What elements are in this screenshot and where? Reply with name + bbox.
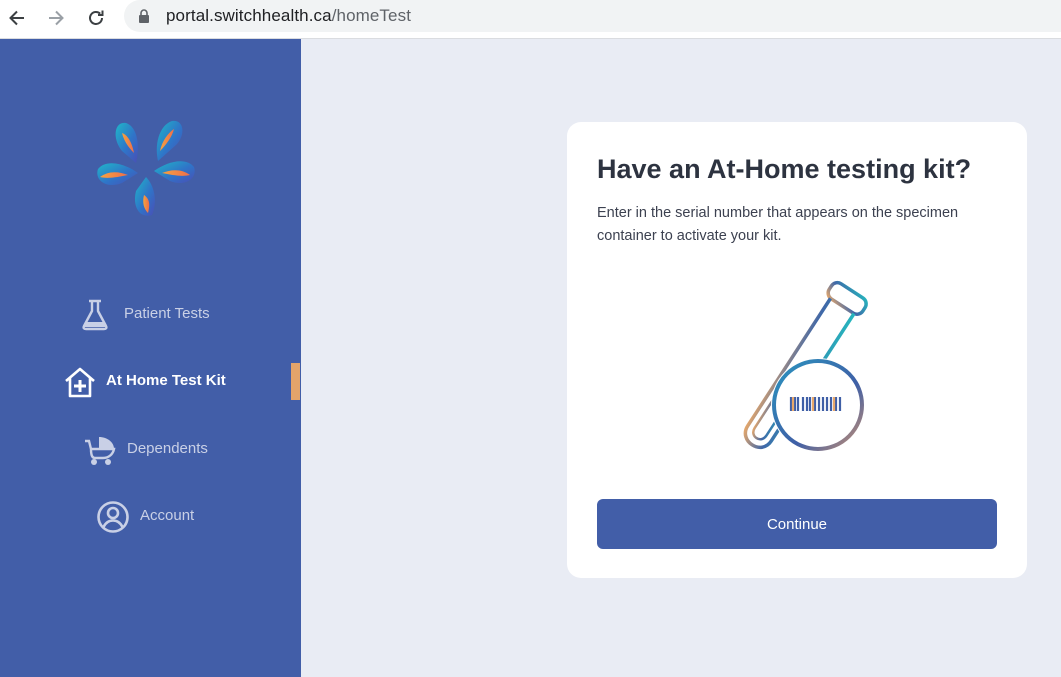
sidebar-item-label: Dependents [127,440,208,457]
sidebar-item-label: Account [140,507,195,524]
reload-icon [89,10,104,25]
sidebar: Patient Tests At Home Test Kit Dependent… [0,39,301,677]
url-text[interactable]: portal.switchhealth.ca/homeTest [166,6,411,26]
arrow-left-icon [9,10,24,26]
card-description: Enter in the serial number that appears … [597,205,959,244]
sidebar-item-patient-tests[interactable]: Patient Tests [0,294,301,334]
card-title: Have an At-Home testing kit? [597,154,972,184]
continue-button[interactable]: Continue [597,499,997,549]
home-plus-icon [65,367,95,398]
lock-icon[interactable] [138,9,150,24]
sidebar-item-dependents[interactable]: Dependents [0,429,301,469]
url-path: /homeTest [331,6,412,25]
forward-button[interactable] [42,4,70,32]
browser-toolbar: portal.switchhealth.ca/homeTest [0,0,1061,39]
switch-health-logo [97,120,195,216]
address-bar[interactable]: portal.switchhealth.ca/homeTest [124,0,1061,32]
flask-icon [82,299,108,331]
stroller-icon [85,437,116,465]
back-button[interactable] [3,4,31,32]
sidebar-item-account[interactable]: Account [0,496,301,536]
sidebar-item-at-home-test-kit[interactable]: At Home Test Kit [0,361,301,401]
sidebar-item-label: At Home Test Kit [106,372,226,389]
active-item-marker [291,363,300,400]
user-circle-icon [97,501,129,533]
test-tube-magnifier-illustration [743,280,868,452]
url-domain: portal.switchhealth.ca [166,6,332,25]
reload-button[interactable] [82,4,110,32]
activate-kit-card: Have an At-Home testing kit? Enter in th… [567,122,1027,578]
arrow-right-icon [49,10,64,26]
sidebar-item-label: Patient Tests [124,305,210,322]
